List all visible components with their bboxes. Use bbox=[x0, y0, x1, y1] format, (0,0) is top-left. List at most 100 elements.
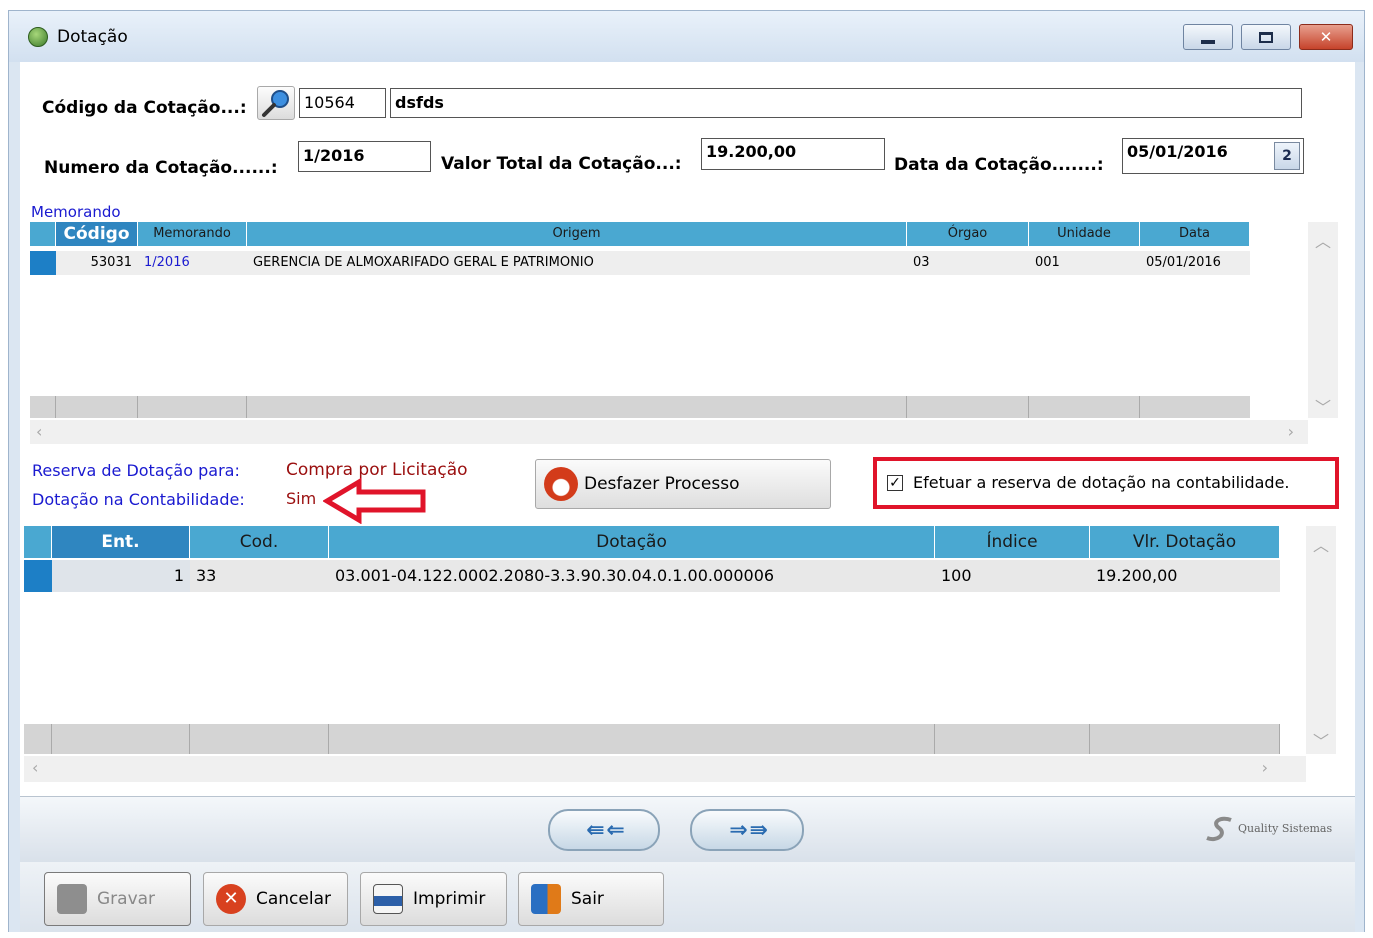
cell-ent: 1 bbox=[52, 560, 190, 592]
magnifier-icon bbox=[262, 90, 289, 117]
cell-indice: 100 bbox=[941, 566, 972, 585]
codigo-cotacao-label: Código da Cotação...: bbox=[42, 98, 247, 118]
scroll-left-icon[interactable]: ‹ bbox=[36, 422, 42, 441]
reserva-contabilidade-option[interactable]: ✓ Efetuar a reserva de dotação na contab… bbox=[887, 473, 1290, 492]
title-bar bbox=[8, 10, 1365, 62]
cell-memorando[interactable]: 1/2016 bbox=[138, 251, 247, 275]
table-row[interactable]: 53031 1/2016 GERENCIA DE ALMOXARIFADO GE… bbox=[30, 251, 1250, 275]
desfazer-processo-label: Desfazer Processo bbox=[584, 474, 740, 494]
cancel-icon: ✕ bbox=[216, 884, 246, 914]
cell-codigo: 53031 bbox=[90, 255, 132, 270]
gravar-button[interactable]: Gravar bbox=[44, 872, 191, 926]
cell-orgao: 03 bbox=[913, 255, 930, 270]
window-frame-left bbox=[8, 62, 20, 932]
column-header-vlr-dotacao[interactable]: Vlr. Dotação bbox=[1090, 526, 1280, 558]
contabilidade-value: Sim bbox=[286, 489, 317, 508]
column-header-dotacao[interactable]: Dotação bbox=[329, 526, 935, 558]
reserva-label: Reserva de Dotação para: bbox=[32, 461, 240, 480]
brand-name: Quality Sistemas bbox=[1238, 822, 1333, 835]
data-cotacao-label: Data da Cotação.......: bbox=[894, 155, 1104, 175]
numero-cotacao-input[interactable]: 1/2016 bbox=[298, 141, 431, 172]
column-header-memorando[interactable]: Memorando bbox=[138, 222, 247, 246]
desfazer-processo-button[interactable]: Desfazer Processo bbox=[535, 459, 831, 509]
app-icon bbox=[28, 27, 48, 47]
memorando-section-title: Memorando bbox=[31, 203, 121, 221]
descricao-cotacao-input[interactable]: dsfds bbox=[390, 88, 1302, 118]
window-title: Dotação bbox=[57, 27, 128, 47]
quality-logo-icon bbox=[1206, 816, 1232, 841]
sair-label: Sair bbox=[571, 889, 604, 909]
cell-data: 05/01/2016 bbox=[1146, 255, 1221, 270]
reserva-contabilidade-checkbox-label: Efetuar a reserva de dotação na contabil… bbox=[913, 473, 1290, 492]
memorando-grid-footer bbox=[30, 396, 1250, 418]
floppy-disk-icon bbox=[57, 884, 87, 914]
reserva-value: Compra por Licitação bbox=[286, 460, 468, 480]
row-selector[interactable] bbox=[30, 251, 56, 275]
row-indicator-header bbox=[24, 526, 52, 558]
scroll-down-icon[interactable]: ﹀ bbox=[1306, 728, 1336, 752]
cell-dotacao: 03.001-04.122.0002.2080-3.3.90.30.04.0.1… bbox=[335, 566, 775, 585]
minimize-icon bbox=[1201, 40, 1215, 44]
memorando-grid-header: Código Memorando Origem Órgao Unidade Da… bbox=[30, 222, 1250, 246]
cell-cod: 33 bbox=[196, 566, 217, 585]
dotacao-grid: Ent. Cod. Dotação Índice Vlr. Dotação 1 … bbox=[24, 526, 1336, 784]
close-icon: ✕ bbox=[1319, 28, 1333, 46]
row-selector[interactable] bbox=[24, 560, 52, 592]
cell-unidade: 001 bbox=[1035, 255, 1060, 270]
imprimir-button[interactable]: Imprimir bbox=[360, 872, 507, 926]
valor-total-label: Valor Total da Cotação...: bbox=[441, 154, 682, 174]
dotacao-vertical-scrollbar[interactable]: ︿ ﹀ bbox=[1306, 526, 1336, 754]
column-header-cod[interactable]: Cod. bbox=[190, 526, 329, 558]
column-header-indice[interactable]: Índice bbox=[935, 526, 1090, 558]
scroll-right-icon[interactable]: › bbox=[1288, 422, 1294, 441]
reserva-contabilidade-checkbox[interactable]: ✓ bbox=[887, 474, 903, 491]
cell-origem: GERENCIA DE ALMOXARIFADO GERAL E PATRIMO… bbox=[253, 255, 594, 270]
navigation-bar bbox=[20, 796, 1355, 862]
column-header-data[interactable]: Data bbox=[1140, 222, 1250, 246]
next-last-record-button[interactable]: ⇒ ⇛ bbox=[690, 809, 804, 851]
undo-icon bbox=[544, 467, 578, 501]
memorando-grid: Código Memorando Origem Órgao Unidade Da… bbox=[30, 222, 1338, 448]
imprimir-label: Imprimir bbox=[413, 889, 486, 909]
scroll-down-icon[interactable]: ﹀ bbox=[1308, 394, 1338, 418]
contabilidade-label: Dotação na Contabilidade: bbox=[32, 490, 245, 509]
dotacao-horizontal-scrollbar[interactable]: ‹ › bbox=[24, 756, 1306, 782]
cell-vlr-dotacao: 19.200,00 bbox=[1096, 566, 1178, 585]
exit-door-icon bbox=[531, 884, 561, 914]
column-header-codigo[interactable]: Código bbox=[56, 222, 138, 246]
scroll-left-icon[interactable]: ‹ bbox=[32, 758, 38, 777]
search-cotacao-button[interactable] bbox=[257, 86, 295, 120]
first-previous-record-button[interactable]: ⇚ ⇐ bbox=[548, 809, 660, 851]
first-previous-icon: ⇚ ⇐ bbox=[586, 817, 624, 843]
restore-icon bbox=[1259, 31, 1273, 43]
scroll-right-icon[interactable]: › bbox=[1262, 758, 1268, 777]
dotacao-grid-footer bbox=[24, 724, 1280, 754]
close-button[interactable]: ✕ bbox=[1299, 24, 1353, 50]
numero-cotacao-label: Numero da Cotação......: bbox=[44, 158, 278, 178]
dotacao-grid-header: Ent. Cod. Dotação Índice Vlr. Dotação bbox=[24, 526, 1280, 558]
minimize-button[interactable] bbox=[1183, 24, 1233, 50]
quality-sistemas-logo bbox=[1205, 814, 1237, 844]
column-header-unidade[interactable]: Unidade bbox=[1029, 222, 1140, 246]
calendar-icon[interactable]: 2 bbox=[1274, 142, 1300, 170]
codigo-cotacao-input[interactable]: 10564 bbox=[299, 88, 386, 118]
valor-total-input[interactable]: 19.200,00 bbox=[701, 138, 885, 170]
maximize-button[interactable] bbox=[1241, 24, 1291, 50]
table-row[interactable]: 1 33 03.001-04.122.0002.2080-3.3.90.30.0… bbox=[24, 560, 1280, 592]
next-last-icon: ⇒ ⇛ bbox=[729, 817, 767, 843]
cancelar-button[interactable]: ✕ Cancelar bbox=[203, 872, 348, 926]
row-indicator-header bbox=[30, 222, 56, 246]
scroll-up-icon[interactable]: ︿ bbox=[1306, 532, 1336, 556]
gravar-label: Gravar bbox=[97, 889, 156, 909]
cancelar-label: Cancelar bbox=[256, 889, 331, 909]
column-header-ent[interactable]: Ent. bbox=[52, 526, 190, 558]
column-header-origem[interactable]: Origem bbox=[247, 222, 907, 246]
column-header-orgao[interactable]: Órgao bbox=[907, 222, 1029, 246]
memorando-vertical-scrollbar[interactable]: ︿ ﹀ bbox=[1308, 222, 1338, 418]
window-frame-right bbox=[1355, 62, 1365, 932]
scroll-up-icon[interactable]: ︿ bbox=[1308, 228, 1338, 252]
printer-icon bbox=[373, 884, 403, 914]
sair-button[interactable]: Sair bbox=[518, 872, 664, 926]
red-arrow-icon bbox=[323, 478, 426, 524]
memorando-horizontal-scrollbar[interactable]: ‹ › bbox=[30, 420, 1308, 444]
